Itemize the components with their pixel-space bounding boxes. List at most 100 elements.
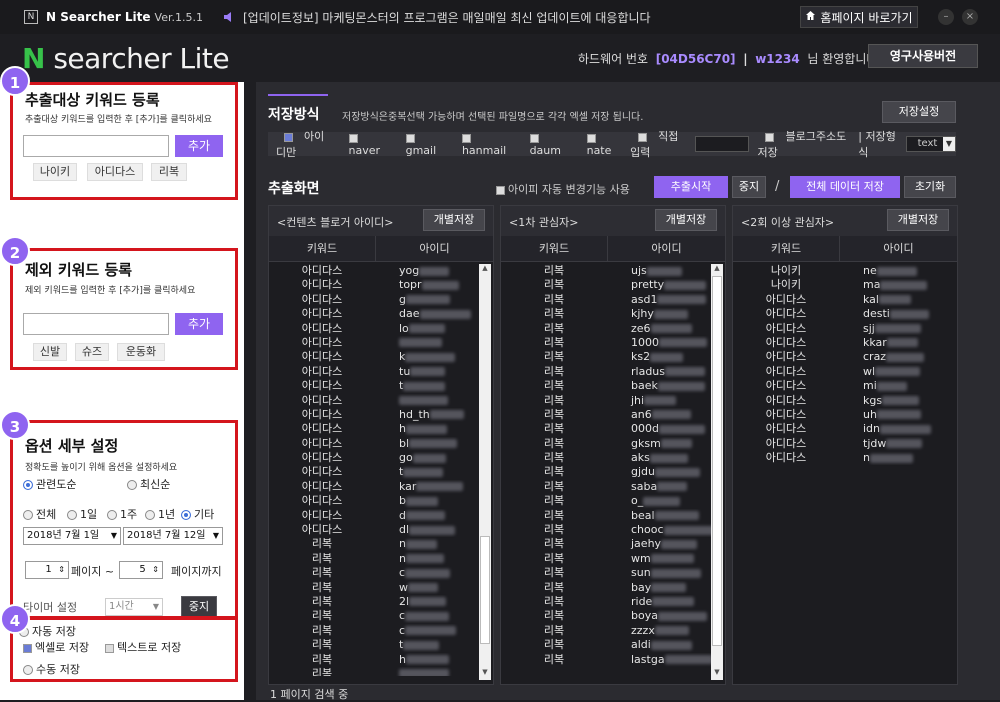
save-all-button[interactable]: 전체 데이터 저장 — [790, 176, 900, 198]
scrollbar[interactable]: ▲ ▼ — [479, 264, 491, 680]
table-row[interactable]: 아디다스 mi — [733, 379, 943, 393]
table-row[interactable]: 아디다스 go — [269, 451, 479, 465]
table-row[interactable]: 리복 n — [269, 537, 479, 551]
table-row[interactable]: 아디다스 t — [269, 465, 479, 479]
table-row[interactable]: 리복 beal — [501, 509, 711, 523]
table-row[interactable]: 아디다스 — [269, 336, 479, 350]
table-row[interactable]: 아디다스 kkar — [733, 336, 943, 350]
custom-domain-input[interactable] — [694, 136, 750, 152]
individual-save-button[interactable]: 개별저장 — [887, 209, 949, 231]
scrollbar[interactable]: ▲ ▼ — [711, 264, 723, 680]
table-row[interactable]: 아디다스 tjdw — [733, 437, 943, 451]
close-icon[interactable]: × — [962, 9, 978, 25]
table-row[interactable]: 리복 n — [269, 552, 479, 566]
table-row[interactable]: 아디다스 kar — [269, 480, 479, 494]
table-row[interactable]: 리복 jhi — [501, 394, 711, 408]
table-row[interactable]: 아디다스 t — [269, 379, 479, 393]
opt-naver[interactable]: naver — [341, 131, 390, 157]
table-row[interactable]: 리복 zzzx — [501, 624, 711, 638]
table-row[interactable]: 아디다스 h — [269, 422, 479, 436]
table-row[interactable]: 리복 1000 — [501, 336, 711, 350]
exclude-keyword-input[interactable] — [23, 313, 169, 335]
page-to-stepper[interactable]: 5 ⇕ — [119, 561, 163, 579]
table-row[interactable]: 아디다스 wl — [733, 365, 943, 379]
table-row[interactable]: 아디다스 yog — [269, 264, 479, 278]
period-all-radio[interactable]: 전체 — [23, 506, 56, 522]
exclude-tag[interactable]: 슈즈 — [75, 343, 109, 361]
period-other-radio[interactable]: 기타 — [181, 506, 214, 522]
keyword-tag[interactable]: 아디다스 — [87, 163, 143, 181]
table-row[interactable]: 나이키 ma — [733, 278, 943, 292]
table-row[interactable]: 리복 000d — [501, 422, 711, 436]
table-row[interactable]: 리복 c — [269, 609, 479, 623]
keyword-input[interactable] — [23, 135, 169, 157]
table-row[interactable]: 아디다스 craz — [733, 350, 943, 364]
add-exclude-button[interactable]: 추가 — [175, 313, 223, 335]
period-1week-radio[interactable]: 1주 — [107, 506, 137, 522]
table-row[interactable]: 리복 bay — [501, 581, 711, 595]
table-row[interactable]: 리복 aldi — [501, 638, 711, 652]
table-row[interactable]: 리복 o_ — [501, 494, 711, 508]
table-row[interactable]: 리복 jaehy — [501, 537, 711, 551]
sort-relevance-radio[interactable]: 관련도순 — [23, 476, 76, 492]
table-row[interactable]: 리복 ze6 — [501, 322, 711, 336]
page-from-stepper[interactable]: 1 ⇕ — [25, 561, 69, 579]
exclude-tag[interactable]: 운동화 — [117, 343, 165, 361]
date-from-picker[interactable]: 2018년 7월 1일 ▼ — [23, 527, 121, 545]
table-row[interactable]: 리복 c — [269, 624, 479, 638]
table-row[interactable]: 리복 asd1 — [501, 293, 711, 307]
table-row[interactable]: 리복 kjhy — [501, 307, 711, 321]
table-row[interactable]: 리복 t — [269, 638, 479, 652]
exclude-tag[interactable]: 신발 — [33, 343, 67, 361]
individual-save-button[interactable]: 개별저장 — [655, 209, 717, 231]
table-row[interactable]: 아디다스 g — [269, 293, 479, 307]
table-row[interactable]: 리복 aks — [501, 451, 711, 465]
table-row[interactable]: 리복 ride — [501, 595, 711, 609]
homepage-button[interactable]: 홈페이지 바로가기 — [800, 6, 918, 28]
sort-latest-radio[interactable]: 최신순 — [127, 476, 170, 492]
opt-nate[interactable]: nate — [579, 131, 623, 157]
stop-button[interactable]: 중지 — [732, 176, 766, 198]
table-row[interactable]: 아디다스 lo — [269, 322, 479, 336]
table-row[interactable]: 아디다스 sjj — [733, 322, 943, 336]
opt-gmail[interactable]: gmail — [398, 131, 446, 157]
text-save-checkbox[interactable]: 텍스트로 저장 — [105, 639, 181, 655]
table-row[interactable]: 아디다스 k — [269, 350, 479, 364]
table-row[interactable]: 아디다스 bl — [269, 437, 479, 451]
start-extract-button[interactable]: 추출시작 — [654, 176, 728, 198]
table-row[interactable]: 리복 an6 — [501, 408, 711, 422]
table-row[interactable]: 아디다스 n — [733, 451, 943, 465]
table-row[interactable]: 리복 baek — [501, 379, 711, 393]
add-keyword-button[interactable]: 추가 — [175, 135, 223, 157]
opt-id-only[interactable]: 아이디만 — [276, 128, 333, 160]
timer-select[interactable]: 1시간 ▼ — [105, 598, 163, 616]
manual-save-radio[interactable]: 수동 저장 — [23, 661, 80, 677]
reset-button[interactable]: 초기화 — [904, 176, 956, 198]
excel-save-checkbox[interactable]: 엑셀로 저장 — [23, 639, 89, 655]
opt-daum[interactable]: daum — [522, 131, 571, 157]
opt-blog-addr[interactable]: 블로그주소도 저장 — [757, 128, 850, 160]
table-row[interactable]: 아디다스 desti — [733, 307, 943, 321]
table-row[interactable]: 아디다스 dae — [269, 307, 479, 321]
table-row[interactable]: 리복 pretty — [501, 278, 711, 292]
period-1year-radio[interactable]: 1년 — [145, 506, 175, 522]
table-row[interactable]: 리복 saba — [501, 480, 711, 494]
table-row[interactable]: 아디다스 hd_th — [269, 408, 479, 422]
table-row[interactable]: 리복 boya — [501, 609, 711, 623]
table-row[interactable]: 리복 c — [269, 566, 479, 580]
table-row[interactable]: 리복 lastga — [501, 653, 711, 667]
opt-custom[interactable]: 직접입력 — [630, 128, 687, 160]
table-row[interactable]: 리복 — [269, 667, 479, 676]
table-row[interactable]: 아디다스 idn — [733, 422, 943, 436]
table-row[interactable]: 리복 wm — [501, 552, 711, 566]
table-row[interactable]: 아디다스 tu — [269, 365, 479, 379]
table-row[interactable]: 아디다스 b — [269, 494, 479, 508]
table-row[interactable]: 아디다스 kal — [733, 293, 943, 307]
minimize-icon[interactable]: – — [938, 9, 954, 25]
table-row[interactable]: 나이키 ne — [733, 264, 943, 278]
date-to-picker[interactable]: 2018년 7월 12일 ▼ — [123, 527, 223, 545]
table-row[interactable]: 리복 ujs — [501, 264, 711, 278]
table-row[interactable]: 아디다스 — [269, 394, 479, 408]
table-row[interactable]: 아디다스 topr — [269, 278, 479, 292]
table-row[interactable]: 아디다스 uh — [733, 408, 943, 422]
